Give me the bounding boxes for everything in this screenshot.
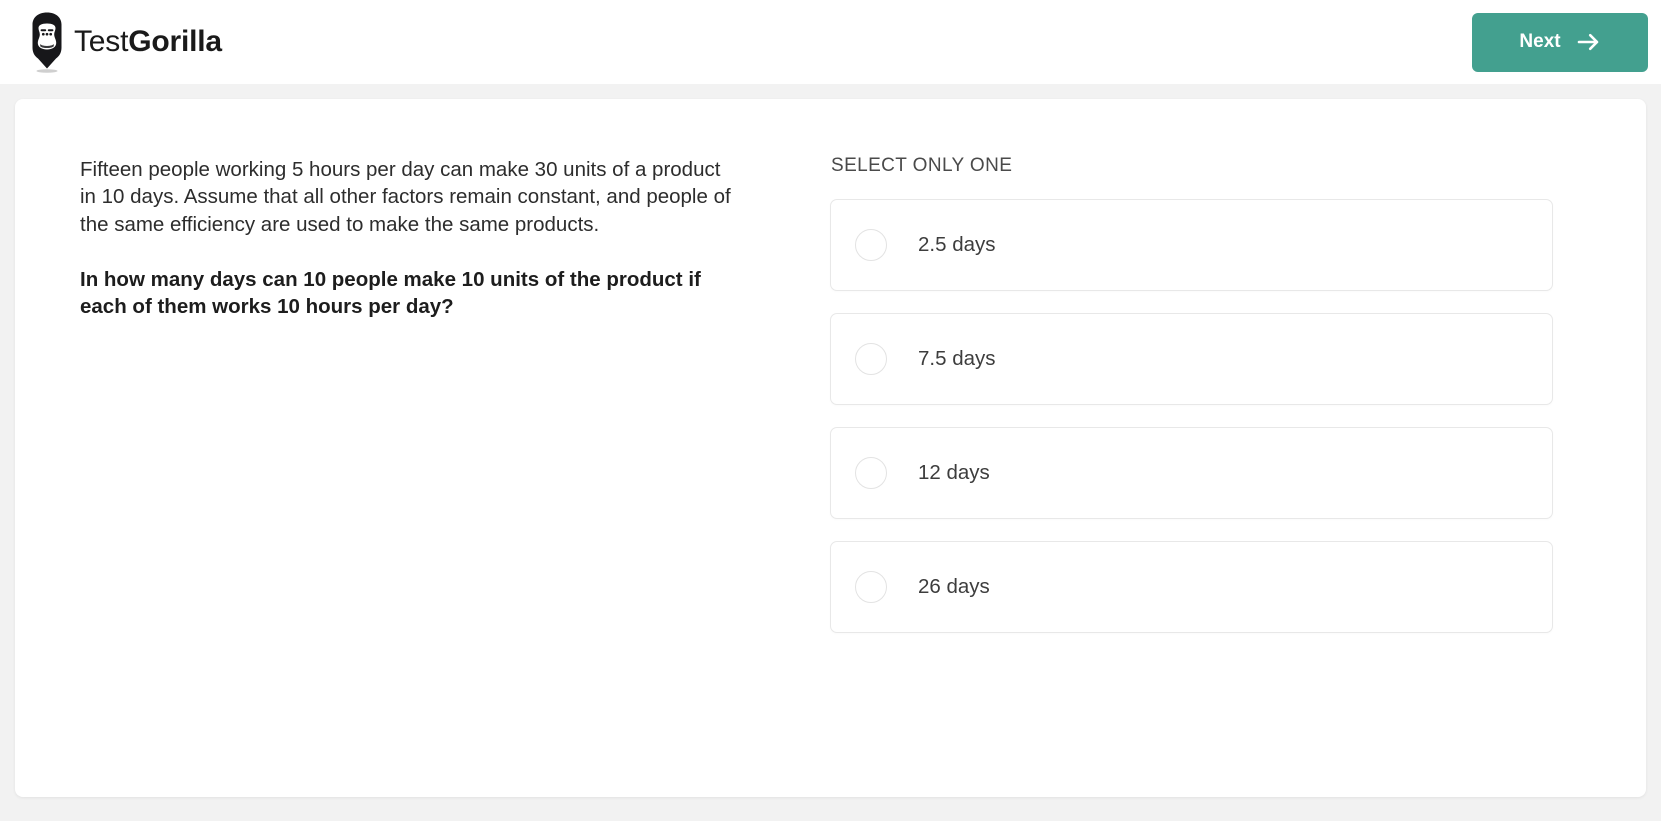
answer-option-1[interactable]: 2.5 days [830, 199, 1553, 291]
question-prompt-text: In how many days can 10 people make 10 u… [80, 267, 701, 318]
answer-option-label: 12 days [918, 461, 990, 484]
brand-wordmark-part2: Gorilla [128, 25, 222, 58]
gorilla-head-icon [26, 11, 68, 73]
select-instruction-label: SELECT ONLY ONE [831, 155, 1013, 176]
radio-button-icon[interactable] [855, 457, 887, 489]
app-header: TestGorilla Next [0, 0, 1661, 84]
next-button-label: Next [1519, 31, 1561, 52]
answer-option-2[interactable]: 7.5 days [830, 313, 1553, 405]
next-button[interactable]: Next [1472, 12, 1648, 72]
answer-option-list: 2.5 days 7.5 days 12 days 26 days [830, 199, 1553, 633]
answer-option-label: 2.5 days [918, 233, 996, 256]
brand-logo: TestGorilla [26, 11, 222, 73]
arrow-right-icon [1577, 33, 1601, 51]
radio-button-icon[interactable] [855, 343, 887, 375]
answer-option-label: 26 days [918, 575, 990, 598]
brand-wordmark-part1: Test [74, 25, 129, 58]
answer-option-label: 7.5 days [918, 347, 996, 370]
panel-content: Fifteen people working 5 hours per day c… [15, 99, 1646, 797]
answer-option-3[interactable]: 12 days [830, 427, 1553, 519]
question-intro-text: Fifteen people working 5 hours per day c… [80, 158, 731, 236]
answer-option-4[interactable]: 26 days [830, 541, 1553, 633]
radio-button-icon[interactable] [855, 229, 887, 261]
radio-button-icon[interactable] [855, 571, 887, 603]
question-column: Fifteen people working 5 hours per day c… [15, 99, 830, 797]
brand-wordmark: TestGorilla [74, 27, 222, 57]
question-panel: Fifteen people working 5 hours per day c… [15, 99, 1646, 797]
answers-column: SELECT ONLY ONE 2.5 days 7.5 days 12 day… [830, 99, 1646, 797]
